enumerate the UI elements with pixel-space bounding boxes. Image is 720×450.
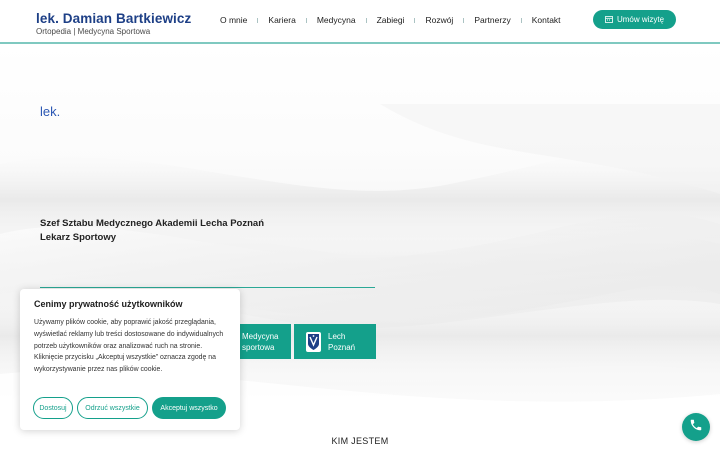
cookie-customize-button[interactable]: Dostosuj (33, 397, 73, 419)
nav-item-partnerzy[interactable]: Partnerzy (464, 15, 520, 25)
nav-item-medycyna[interactable]: Medycyna (307, 15, 366, 25)
brand-name[interactable]: lek. Damian Bartkiewicz (36, 11, 191, 26)
cookie-title: Cenimy prywatność użytkowników (34, 299, 183, 309)
cookie-accept-button[interactable]: Akceptuj wszystko (152, 397, 226, 419)
phone-icon (689, 418, 703, 437)
nav-item-kariera[interactable]: Kariera (258, 15, 305, 25)
hero-prefix: lek. (40, 104, 61, 119)
calendar-icon (605, 16, 613, 23)
tile-label: Poznań (328, 342, 356, 352)
cookie-actions: Dostosuj Odrzuć wszystkie Akceptuj wszys… (33, 397, 226, 419)
tile-lech-poznan[interactable]: Lech Poznań (294, 324, 376, 359)
nav-item-zabiegi[interactable]: Zabiegi (367, 15, 415, 25)
brand-subtitle: Ortopedia | Medycyna Sportowa (36, 27, 151, 36)
tile-sports-medicine[interactable]: Medycyna sportowa (236, 324, 291, 359)
main-nav: O mnie Kariera Medycyna Zabiegi Rozwój P… (210, 13, 571, 27)
section-title-kim-jestem: KIM JESTEM (331, 436, 389, 446)
hero-tiles: Medycyna sportowa Lech Poznań (236, 324, 376, 359)
tile-label: sportowa (242, 342, 275, 352)
cookie-text: Używamy plików cookie, aby poprawić jako… (34, 319, 224, 374)
hero-role-line-1: Szef Sztabu Medycznego Akademii Lecha Po… (40, 218, 265, 229)
nav-item-o-mnie[interactable]: O mnie (210, 15, 257, 25)
tile-label: Lech (328, 331, 346, 341)
nav-item-rozwoj[interactable]: Rozwój (415, 15, 463, 25)
cookie-consent-banner: Cenimy prywatność użytkowników Używamy p… (20, 289, 240, 430)
site-header: lek. Damian Bartkiewicz Ortopedia | Medy… (0, 0, 720, 44)
lech-poznan-crest-icon (306, 331, 321, 352)
hero-divider (40, 287, 375, 288)
tile-label: Medycyna (242, 331, 279, 341)
nav-item-kontakt[interactable]: Kontakt (522, 15, 571, 25)
hero-role: Szef Sztabu Medycznego Akademii Lecha Po… (40, 217, 264, 245)
cookie-reject-button[interactable]: Odrzuć wszystkie (77, 397, 148, 419)
hero-role-line-2: Lekarz Sportowy (40, 232, 117, 243)
phone-call-button[interactable] (682, 413, 710, 441)
book-visit-label: Umów wizytę (616, 15, 665, 24)
book-visit-button[interactable]: Umów wizytę (593, 10, 676, 29)
